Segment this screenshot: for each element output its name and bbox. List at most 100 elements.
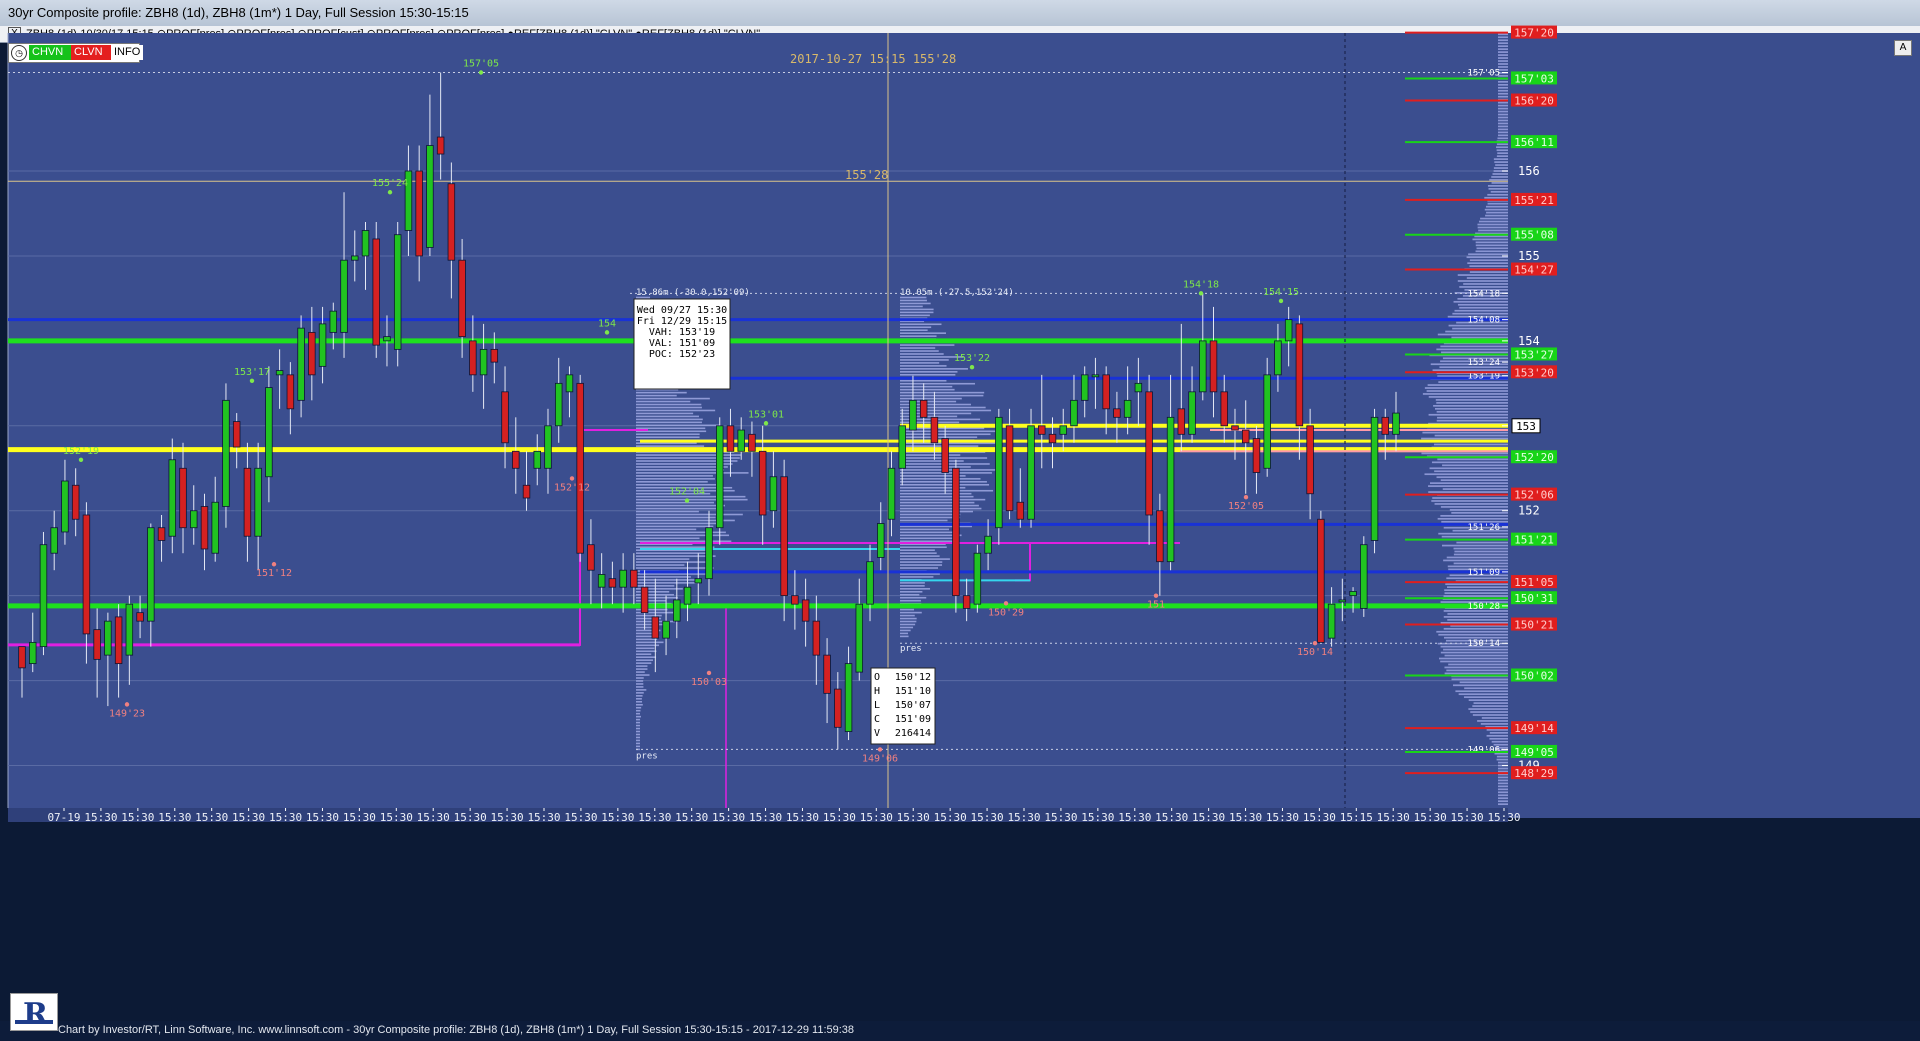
node-label: 157'20 bbox=[1514, 27, 1554, 40]
candle-body bbox=[179, 467, 187, 529]
profile-row bbox=[1456, 541, 1508, 544]
profile-row bbox=[636, 412, 694, 415]
candle-body bbox=[361, 230, 370, 257]
profile-row bbox=[636, 689, 647, 691]
linn-logo-icon: R bbox=[11, 994, 57, 1032]
profile-row bbox=[900, 593, 920, 596]
profile-row bbox=[1428, 491, 1508, 493]
profile-row bbox=[1469, 265, 1508, 267]
candle-body bbox=[61, 480, 69, 533]
profile-row bbox=[900, 552, 937, 554]
x-tick-label: 07-19 bbox=[47, 811, 80, 824]
profile-row bbox=[636, 579, 699, 581]
candle-body bbox=[82, 514, 91, 635]
ohlc-field-value: 216414 bbox=[895, 728, 931, 739]
profile-row bbox=[1498, 116, 1508, 119]
chart-canvas[interactable]: 157'05 155'24 153'17 152'19 154 153'01 152'04 1… bbox=[0, 0, 1920, 1041]
x-tick-label: 15:30 bbox=[1007, 811, 1040, 824]
clock-icon[interactable]: ◷ bbox=[11, 45, 27, 61]
profile-row bbox=[900, 531, 955, 534]
profile-row bbox=[1472, 705, 1508, 707]
candle-body bbox=[952, 467, 960, 597]
swing-marker bbox=[387, 190, 393, 195]
x-tick-label: 15:30 bbox=[454, 811, 487, 824]
candle-body bbox=[587, 544, 595, 571]
profile-row bbox=[1437, 458, 1508, 461]
profile-row bbox=[900, 558, 950, 560]
profile-row bbox=[900, 388, 955, 391]
profile-row bbox=[1459, 286, 1508, 288]
profile-row bbox=[636, 695, 643, 697]
x-tick-label: 15:30 bbox=[1118, 811, 1151, 824]
profile-row bbox=[1445, 330, 1508, 333]
candle-body bbox=[1370, 416, 1379, 541]
profile-row bbox=[1443, 595, 1508, 597]
profile-row bbox=[1498, 63, 1508, 65]
profile-row bbox=[1436, 630, 1508, 633]
profile-row bbox=[900, 564, 943, 566]
auto-scale-button[interactable]: A bbox=[1894, 40, 1912, 56]
profile-row bbox=[636, 561, 711, 563]
candle-body bbox=[383, 336, 391, 342]
ohlc-field-name: O bbox=[874, 672, 880, 683]
profile-row bbox=[1446, 669, 1508, 672]
linn-logo: R bbox=[10, 993, 58, 1032]
y-tick-label: 150'28 bbox=[1467, 602, 1500, 612]
node-label: 153'27 bbox=[1514, 348, 1554, 361]
swing-label: 157'05 bbox=[463, 58, 499, 69]
info-button[interactable]: INFO bbox=[111, 45, 143, 60]
profile-row bbox=[636, 394, 677, 397]
profile-row bbox=[1498, 83, 1508, 86]
price-axis-panel bbox=[1508, 33, 1920, 818]
profile-row bbox=[1463, 283, 1508, 285]
profile-row bbox=[1497, 152, 1508, 155]
swing-label: 151'12 bbox=[256, 568, 292, 579]
profile-row bbox=[900, 629, 911, 632]
profile-row bbox=[1431, 500, 1508, 502]
node-label: 149'05 bbox=[1514, 746, 1554, 759]
profile-row bbox=[1498, 54, 1508, 56]
profile-row bbox=[1485, 205, 1508, 208]
profile-row bbox=[1472, 238, 1508, 241]
profile-row bbox=[636, 406, 702, 409]
profile-row bbox=[1488, 188, 1508, 190]
profile-row bbox=[1453, 547, 1508, 550]
profile-row bbox=[636, 475, 713, 477]
profile-row bbox=[1467, 262, 1508, 265]
profile-row bbox=[1443, 616, 1508, 618]
candle bbox=[716, 417, 724, 545]
profile-row bbox=[1498, 80, 1508, 83]
profile-label: 15.86m (-30.0,152'09) bbox=[636, 288, 750, 298]
candle-body bbox=[1252, 438, 1261, 473]
profile-row bbox=[636, 472, 749, 474]
profile-row bbox=[636, 522, 721, 525]
candle-body bbox=[1338, 599, 1347, 603]
swing-marker bbox=[1243, 494, 1249, 500]
profile-row bbox=[1457, 274, 1508, 276]
candle-body bbox=[801, 599, 810, 622]
profile-row bbox=[1498, 785, 1508, 788]
profile-row bbox=[636, 397, 710, 400]
profile-row bbox=[1486, 734, 1508, 737]
x-tick-label: 15:30 bbox=[84, 811, 117, 824]
candle-body bbox=[114, 616, 123, 665]
profile-row bbox=[1439, 657, 1508, 660]
profile-row bbox=[1428, 413, 1508, 416]
chvn-button[interactable]: CHVN bbox=[29, 45, 73, 60]
profile-row bbox=[900, 525, 972, 528]
profile-row bbox=[1498, 92, 1508, 95]
profile-row bbox=[1498, 95, 1508, 98]
profile-row bbox=[636, 481, 708, 483]
candle-body bbox=[1284, 319, 1293, 342]
profile-row bbox=[636, 727, 640, 730]
profile-row bbox=[636, 706, 642, 709]
y-tick-label: 152 bbox=[1518, 504, 1540, 518]
profile-row bbox=[1431, 461, 1508, 464]
profile-row bbox=[1486, 729, 1508, 731]
y-tick-label: 154'08 bbox=[1467, 316, 1500, 326]
profile-row bbox=[1454, 309, 1508, 312]
clvn-button[interactable]: CLVN bbox=[71, 45, 113, 60]
candle-body bbox=[812, 620, 821, 656]
profile-row bbox=[1436, 419, 1508, 422]
candle-body bbox=[866, 561, 874, 605]
